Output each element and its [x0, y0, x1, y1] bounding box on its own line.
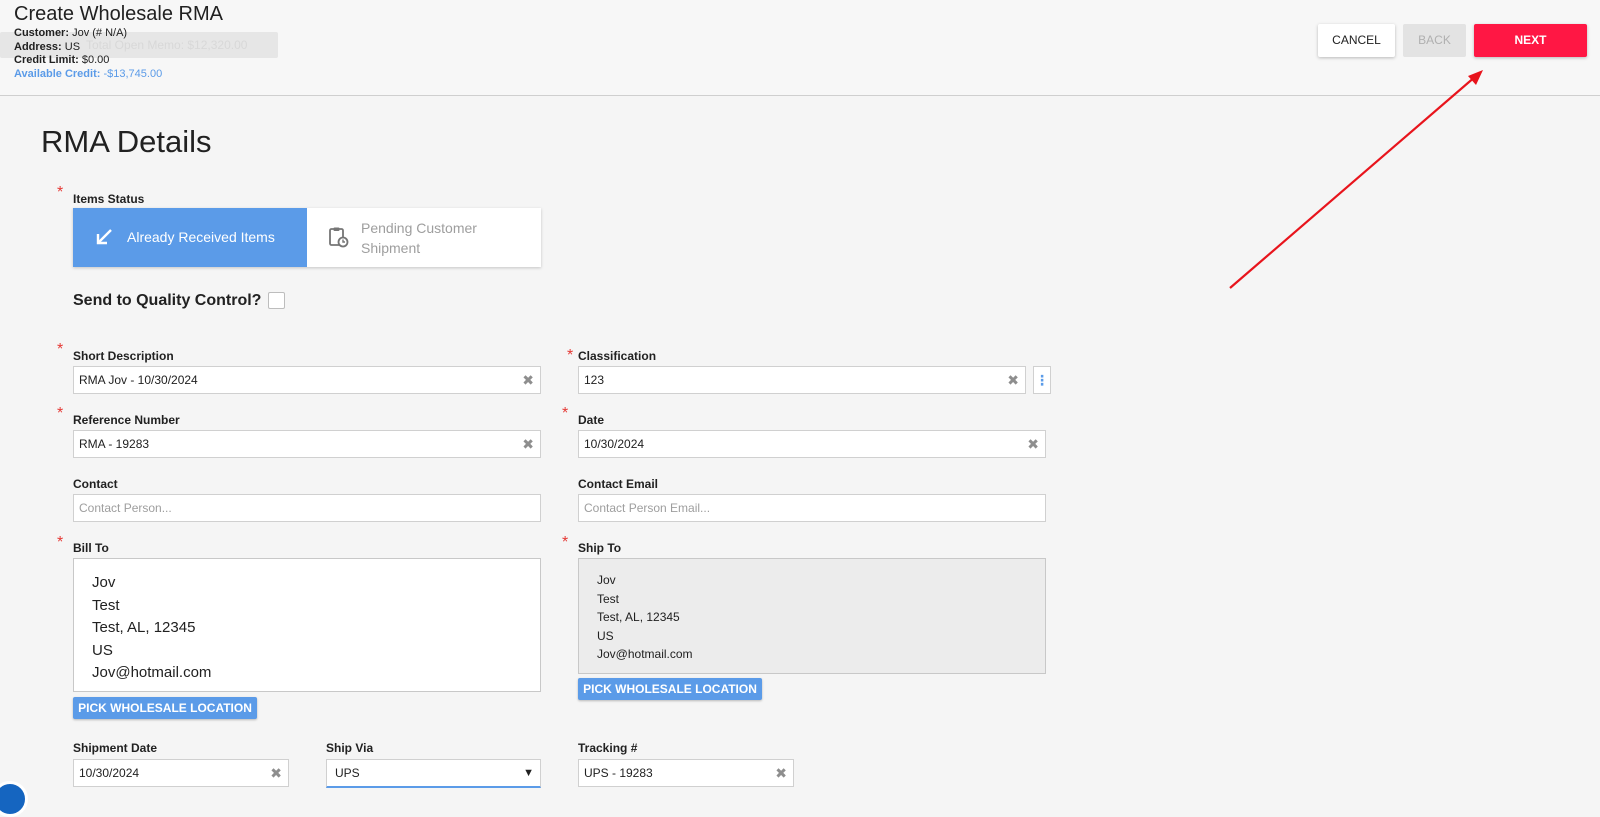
annotation-arrow-icon [1229, 70, 1483, 289]
